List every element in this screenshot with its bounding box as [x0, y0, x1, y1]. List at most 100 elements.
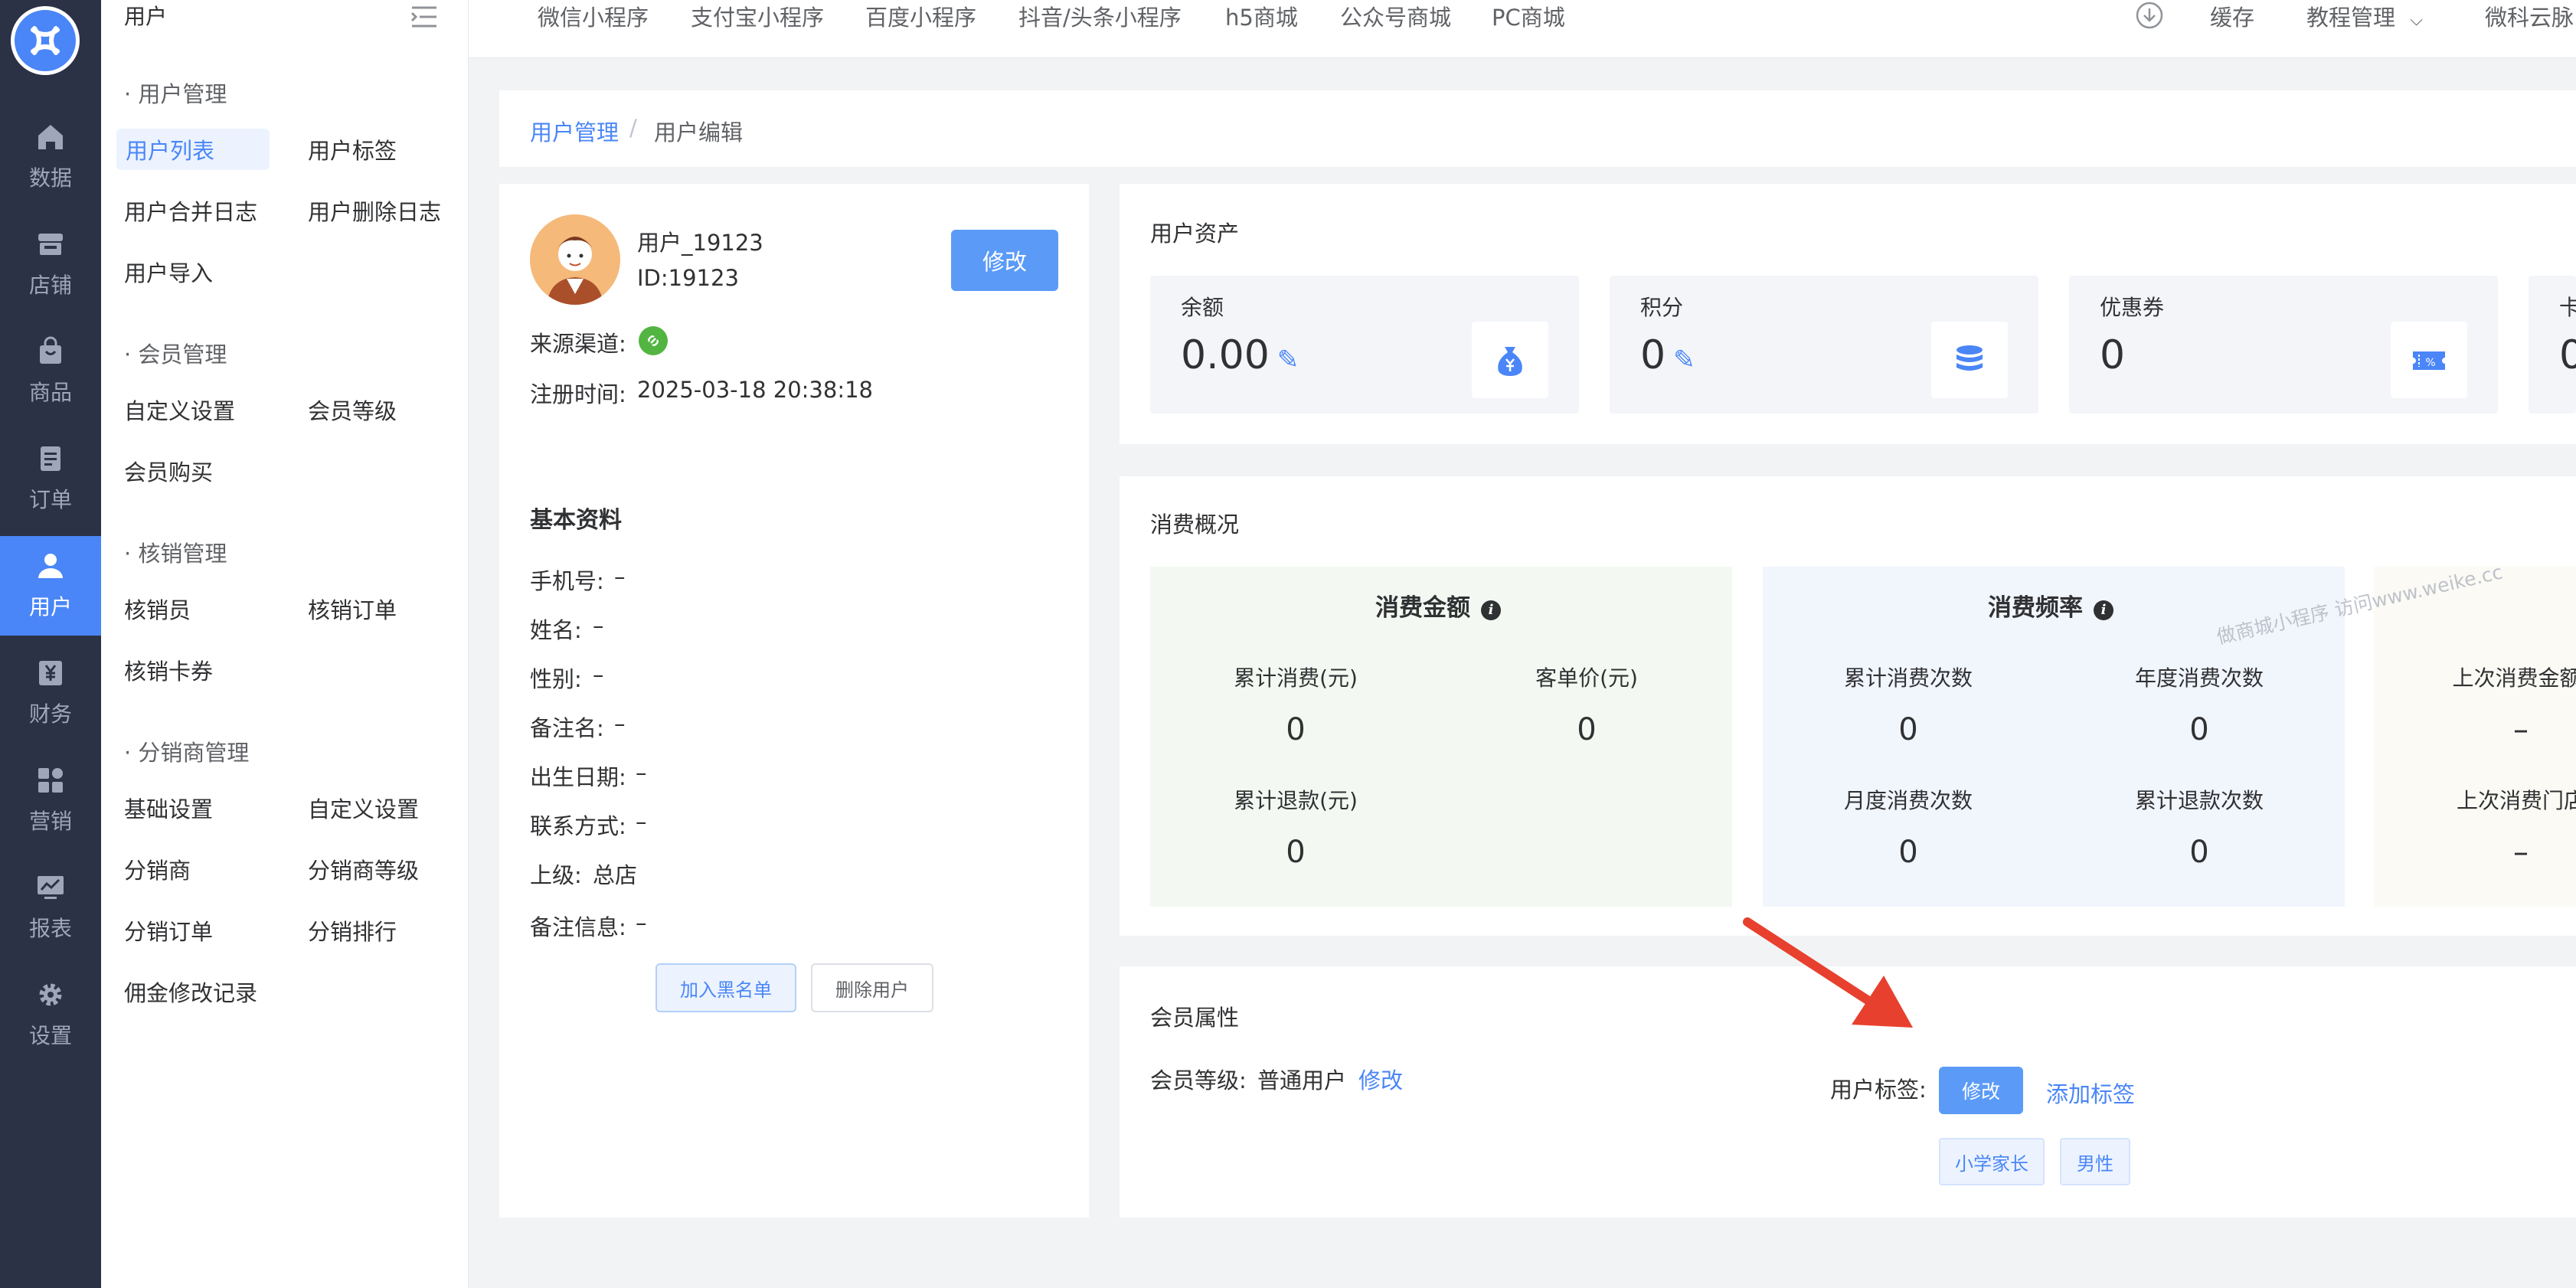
- profile-card: 用户_19123 ID:19123 修改 来源渠道: 注册时间: 2025-03…: [499, 184, 1089, 1218]
- tutorial-menu[interactable]: 教程管理 ⌵: [2306, 0, 2423, 32]
- rail-item-data[interactable]: 数据: [0, 107, 101, 207]
- menu-link-dist-ranking[interactable]: 分销排行: [308, 914, 397, 946]
- menu-link-dist-custom-settings[interactable]: 自定义设置: [308, 792, 419, 824]
- monthly-orders-value: 0: [1898, 835, 1918, 870]
- user-icon: [38, 554, 63, 578]
- menu-link-basic-settings[interactable]: 基础设置: [124, 792, 213, 824]
- cards-card: 卡 0: [2529, 276, 2576, 414]
- phone-label: 手机号:: [530, 568, 604, 594]
- user-tag[interactable]: 男性: [2060, 1138, 2130, 1185]
- rail-item-finance[interactable]: 财务: [0, 643, 101, 743]
- menu-collapse-icon[interactable]: [409, 3, 440, 31]
- member-level-value: 普通用户: [1257, 1067, 1347, 1093]
- coupons-label: 优惠券: [2100, 295, 2165, 320]
- menu-link-distributors[interactable]: 分销商: [124, 853, 191, 885]
- pencil-icon[interactable]: ✎: [1673, 345, 1695, 375]
- cache-button[interactable]: 缓存: [2210, 0, 2254, 32]
- menu-link-delete-log[interactable]: 用户删除日志: [308, 195, 441, 227]
- menu-link-commission-log[interactable]: 佣金修改记录: [124, 976, 257, 1008]
- menu-link-member-purchase[interactable]: 会员购买: [124, 455, 213, 487]
- sub-menu: 用户 · 用户管理 用户列表 用户标签 用户合并日志 用户删除日志 用户导入 ·…: [101, 0, 469, 1288]
- gender-value: –: [593, 662, 604, 688]
- chevron-down-icon: ⌵: [2410, 11, 2423, 30]
- refund-count-value: 0: [2189, 835, 2209, 870]
- balance-card: 余额 0.00 ✎: [1150, 276, 1579, 414]
- tab-pc-mall[interactable]: PC商城: [1492, 0, 1565, 32]
- tab-alipay-miniapp[interactable]: 支付宝小程序: [691, 0, 824, 32]
- edit-member-level-link[interactable]: 修改: [1358, 1063, 1403, 1095]
- user-tag[interactable]: 小学家长: [1939, 1138, 2045, 1185]
- cards-label: 卡: [2559, 295, 2576, 320]
- rail-item-users[interactable]: 用户: [0, 536, 101, 636]
- edit-tags-button[interactable]: 修改: [1939, 1067, 2023, 1114]
- logo-icon: [31, 26, 60, 55]
- menu-group-title: · 会员管理: [124, 342, 227, 368]
- coin-stack-icon: [1931, 322, 2008, 398]
- yearly-orders-label: 年度消费次数: [2134, 665, 2264, 691]
- blacklist-button[interactable]: 加入黑名单: [655, 963, 796, 1012]
- total-orders-value: 0: [1898, 712, 1918, 747]
- balance-label: 余额: [1181, 295, 1224, 320]
- rail-item-label: 财务: [28, 701, 72, 727]
- menu-group-title: · 用户管理: [124, 81, 227, 107]
- rail-item-marketing[interactable]: 营销: [0, 750, 101, 850]
- pencil-icon[interactable]: ✎: [1277, 345, 1299, 375]
- tab-douyin-miniapp[interactable]: 抖音/头条小程序: [1018, 0, 1182, 32]
- tutorial-label: 教程管理: [2306, 5, 2396, 31]
- menu-link-verify-coupons[interactable]: 核销卡券: [124, 654, 213, 686]
- last-store-label: 上次消费门店: [2456, 788, 2576, 813]
- rail-item-reports[interactable]: 报表: [0, 858, 101, 957]
- app-logo[interactable]: [11, 6, 80, 75]
- tab-official-account-mall[interactable]: 公众号商城: [1340, 0, 1451, 32]
- points-label: 积分: [1640, 295, 1684, 320]
- rail-item-store[interactable]: 店铺: [0, 214, 101, 314]
- menu-link-member-level[interactable]: 会员等级: [308, 394, 397, 426]
- rail-item-goods[interactable]: 商品: [0, 322, 101, 421]
- menu-link-verifier[interactable]: 核销员: [124, 593, 191, 625]
- menu-link-merge-log[interactable]: 用户合并日志: [124, 195, 257, 227]
- menu-link-distributor-level[interactable]: 分销商等级: [308, 853, 419, 885]
- menu-group-title: · 核销管理: [124, 541, 227, 567]
- register-time-label: 注册时间:: [530, 381, 626, 407]
- total-refund-value: 0: [1286, 835, 1306, 870]
- menu-title: 用户: [124, 4, 168, 29]
- menu-link-user-import[interactable]: 用户导入: [124, 256, 213, 288]
- menu-link-custom-settings[interactable]: 自定义设置: [124, 394, 235, 426]
- money-bag-icon: [1472, 322, 1548, 398]
- remark-info-value: –: [636, 910, 647, 936]
- tab-wechat-miniapp[interactable]: 微信小程序: [538, 0, 649, 32]
- delete-user-button[interactable]: 删除用户: [811, 963, 933, 1012]
- account-name[interactable]: 微科云脉: [2485, 0, 2574, 32]
- menu-link-verify-orders[interactable]: 核销订单: [308, 593, 397, 625]
- user-tags-label: 用户标签:: [1830, 1077, 1927, 1103]
- download-icon[interactable]: [2134, 0, 2165, 31]
- rail-item-orders[interactable]: 订单: [0, 429, 101, 528]
- superior-value: 总店: [593, 862, 638, 888]
- last-consumption-panel: 上次消费金额( – 上次消费门店 –: [2374, 567, 2576, 907]
- rail-item-label: 设置: [28, 1023, 72, 1048]
- info-icon[interactable]: i: [1481, 600, 1501, 620]
- total-refund-label: 累计退款(元): [1234, 788, 1358, 813]
- breadcrumb-current: 用户编辑: [654, 119, 744, 145]
- menu-link-user-tags[interactable]: 用户标签: [308, 133, 397, 165]
- menu-link-user-list[interactable]: 用户列表: [116, 129, 270, 170]
- user-avatar-icon: [530, 214, 620, 305]
- contact-label: 联系方式:: [530, 813, 626, 839]
- menu-group-title: · 分销商管理: [124, 740, 250, 766]
- info-icon[interactable]: i: [2094, 600, 2113, 620]
- menu-link-dist-orders[interactable]: 分销订单: [124, 914, 213, 946]
- main-nav-rail: 数据 店铺 商品 订单 用户 财务 营销 报表 设置: [0, 0, 101, 1288]
- monthly-orders-label: 月度消费次数: [1843, 788, 1973, 813]
- apps-icon: [38, 768, 63, 793]
- edit-profile-button[interactable]: 修改: [951, 230, 1058, 291]
- tab-h5-mall[interactable]: h5商城: [1225, 0, 1298, 32]
- breadcrumb-parent[interactable]: 用户管理: [530, 115, 619, 147]
- store-icon: [38, 234, 63, 255]
- rail-item-settings[interactable]: 设置: [0, 965, 101, 1064]
- tab-baidu-miniapp[interactable]: 百度小程序: [865, 0, 976, 32]
- member-attributes-title: 会员属性: [1150, 1005, 1240, 1031]
- amount-panel-title: 消费金额 i: [1375, 588, 1501, 623]
- add-tag-link[interactable]: 添加标签: [2046, 1077, 2135, 1109]
- remark-name-label: 备注名:: [530, 715, 604, 741]
- avg-order-value: 0: [1577, 712, 1597, 747]
